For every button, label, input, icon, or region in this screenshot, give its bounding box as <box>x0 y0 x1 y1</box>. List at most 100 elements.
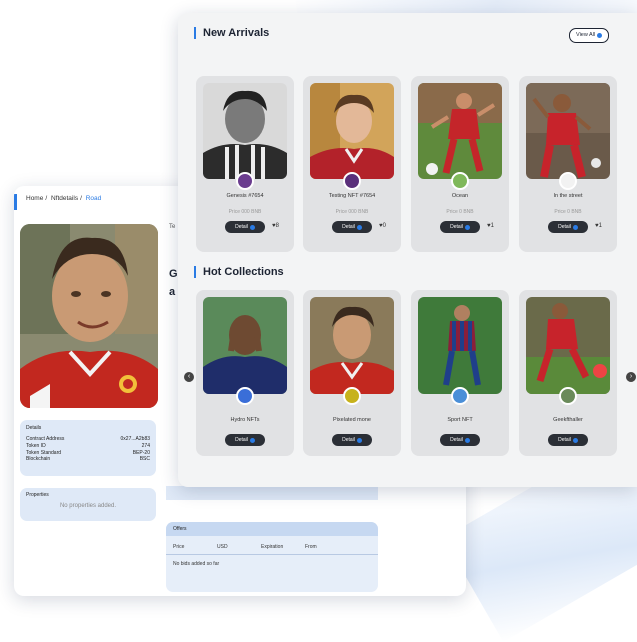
detail-button-label: Detail <box>558 224 571 230</box>
properties-empty-text: No properties added. <box>59 503 117 509</box>
collection-card[interactable]: Pixelated mone Detail <box>303 290 401 456</box>
detail-value: 274 <box>141 442 150 449</box>
creator-avatar[interactable] <box>343 172 361 190</box>
creator-avatar[interactable] <box>236 172 254 190</box>
arrow-icon <box>356 224 362 230</box>
detail-label: Token Standard <box>26 449 62 456</box>
breadcrumb-nftdetails[interactable]: Nftdetails <box>51 195 78 202</box>
arrow-right-icon <box>597 33 603 38</box>
offers-columns: Price USD Expiration From <box>166 536 378 555</box>
detail-button-label: Detail <box>235 437 248 443</box>
carousel-next-button[interactable]: › <box>626 372 636 382</box>
view-all-button[interactable]: View All <box>569 28 610 43</box>
detail-row: Token Standard BEP-20 <box>26 450 150 457</box>
arrow-icon <box>572 224 578 230</box>
detail-button[interactable]: Detail <box>548 434 588 446</box>
detail-button[interactable]: Detail <box>225 434 265 446</box>
like-count[interactable]: ♥1 <box>595 223 602 229</box>
detail-value: BEP-20 <box>132 449 150 456</box>
detail-label: Contract Address <box>26 436 65 442</box>
breadcrumb-home[interactable]: Home <box>26 195 43 202</box>
detail-row: Contract Address 0x27...A2b83 <box>26 436 150 443</box>
nft-image[interactable] <box>418 83 502 179</box>
title-partial-text: G <box>169 268 178 280</box>
detail-button[interactable]: Detail <box>332 434 372 446</box>
detail-value: BSC <box>139 456 150 463</box>
detail-button[interactable]: Detail <box>332 221 372 233</box>
creator-avatar[interactable] <box>559 172 577 190</box>
collection-image[interactable] <box>203 297 287 394</box>
detail-button-label: Detail <box>558 437 571 443</box>
offers-col-from: From <box>305 544 317 550</box>
nft-card[interactable]: Testing NFT #7654 Price 000 BNB Detail ♥… <box>303 76 401 252</box>
detail-button-label: Detail <box>342 224 355 230</box>
hot-collections-title: Hot Collections <box>194 266 284 278</box>
offers-col-usd: USD <box>217 544 228 550</box>
new-arrivals-title: New Arrivals <box>194 27 269 39</box>
likes-value: 1 <box>598 223 602 229</box>
nft-card[interactable]: In the street Price 0 BNB Detail ♥1 <box>519 76 617 252</box>
collection-name: Pixelated mone <box>333 417 371 423</box>
nft-card[interactable]: Genesis #7654 Price 000 BNB Detail ♥8 <box>196 76 294 252</box>
collection-image[interactable] <box>310 297 394 394</box>
breadcrumb: Home / Nftdetails / Road <box>26 195 102 202</box>
collection-card[interactable]: Hydro NFTs Detail <box>196 290 294 456</box>
detail-button[interactable]: Detail <box>440 221 480 233</box>
nft-name: Ocean <box>451 193 469 199</box>
nft-image[interactable] <box>526 83 610 179</box>
nft-name: Genesis #7654 <box>226 193 264 199</box>
arrow-icon <box>572 437 578 443</box>
collection-avatar[interactable] <box>559 387 577 405</box>
offers-empty-text: No bids added so far <box>173 561 220 567</box>
arrow-icon <box>249 224 255 230</box>
collection-name: Hydro NFTs <box>230 417 260 423</box>
detail-button[interactable]: Detail <box>440 434 480 446</box>
nft-image[interactable] <box>310 83 394 179</box>
collection-avatar[interactable] <box>343 387 361 405</box>
arrow-icon <box>356 437 362 443</box>
offers-col-price: Price <box>173 544 185 550</box>
nft-hero-image <box>20 224 158 408</box>
like-count[interactable]: ♥0 <box>379 223 386 229</box>
table-stripe <box>166 486 378 500</box>
detail-value[interactable]: 0x27...A2b83 <box>121 436 150 443</box>
detail-row: Token ID 274 <box>26 443 150 450</box>
detail-button-label: Detail <box>235 224 248 230</box>
collection-card[interactable]: Sport NFT Detail <box>411 290 509 456</box>
header-partial-text: Te <box>169 224 176 230</box>
detail-button[interactable]: Detail <box>548 221 588 233</box>
detail-button[interactable]: Detail <box>225 221 265 233</box>
like-count[interactable]: ♥8 <box>272 223 279 229</box>
collection-avatar[interactable] <box>451 387 469 405</box>
subtitle-partial-text: a <box>169 286 176 298</box>
collection-name: Sport NFT <box>447 417 473 423</box>
offers-col-expiration: Expiration <box>261 544 284 550</box>
likes-value: 1 <box>490 223 494 229</box>
collection-name: Geekfthaller <box>553 417 583 423</box>
nft-image[interactable] <box>203 83 287 179</box>
breadcrumb-current: Road <box>85 195 102 202</box>
details-title: Details <box>26 425 42 431</box>
collection-avatar[interactable] <box>236 387 254 405</box>
collection-image[interactable] <box>418 297 502 394</box>
creator-avatar[interactable] <box>451 172 469 190</box>
carousel-prev-button[interactable]: ‹ <box>184 372 194 382</box>
detail-button-label: Detail <box>342 437 355 443</box>
view-all-label: View All <box>576 32 596 38</box>
arrow-icon <box>464 437 470 443</box>
nft-price: Price 000 BNB <box>335 209 369 215</box>
collection-card[interactable]: Geekfthaller Detail <box>519 290 617 456</box>
likes-value: 8 <box>275 223 279 229</box>
like-count[interactable]: ♥1 <box>487 223 494 229</box>
marketplace-panel: New Arrivals View All Genesis #7654 Pric… <box>178 13 637 487</box>
nft-name: Testing NFT #7654 <box>328 193 376 199</box>
collection-image[interactable] <box>526 297 610 394</box>
offers-box: Offers Price USD Expiration From No bids… <box>166 522 378 592</box>
details-box: Details Contract Address 0x27...A2b83 To… <box>20 420 156 476</box>
nft-name: In the street <box>553 193 583 199</box>
detail-button-label: Detail <box>450 224 463 230</box>
nft-price: Price 0 BNB <box>554 209 582 215</box>
nft-price: Price 000 BNB <box>228 209 262 215</box>
nft-card[interactable]: Ocean Price 0 BNB Detail ♥1 <box>411 76 509 252</box>
nft-price: Price 0 BNB <box>446 209 474 215</box>
